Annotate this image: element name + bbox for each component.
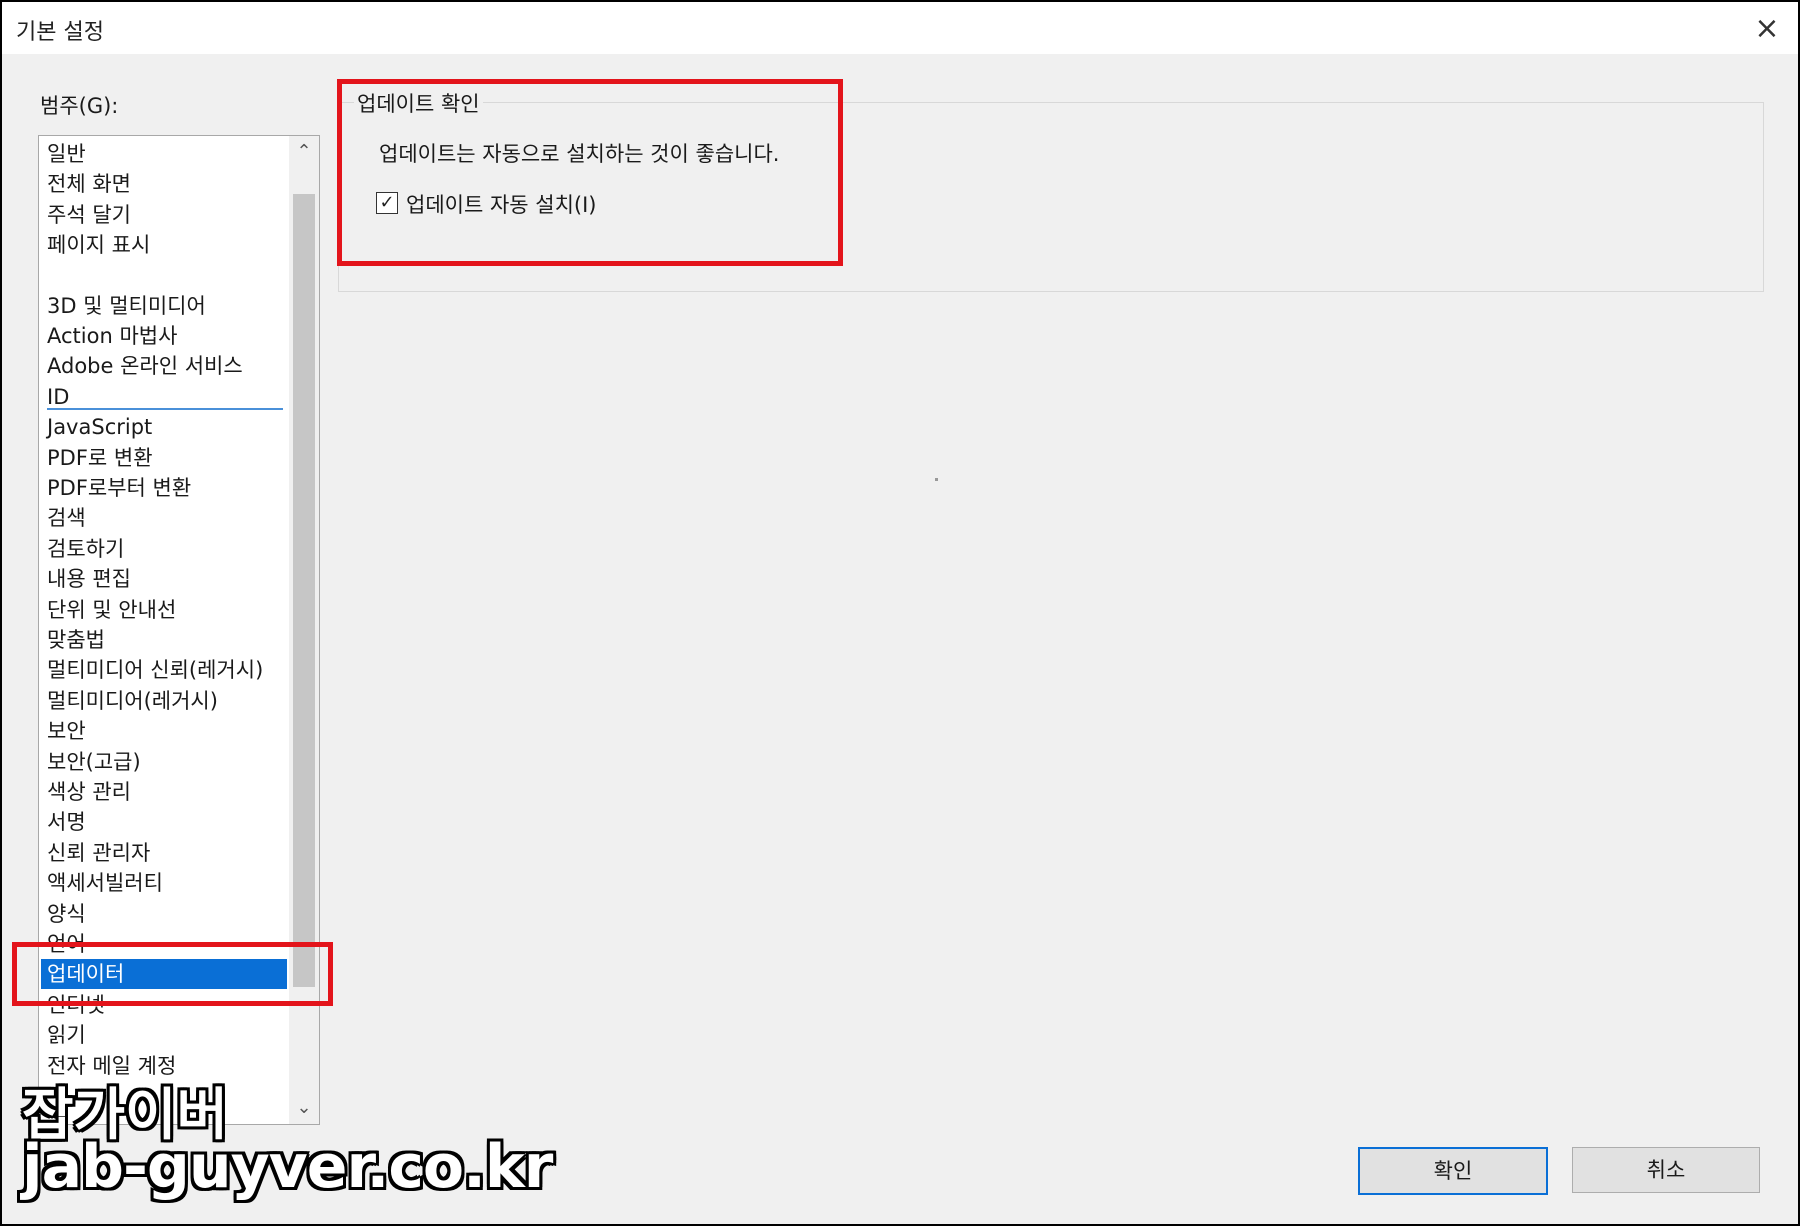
watermark-url: jab-guyver.co.kr: [22, 1132, 553, 1202]
category-item[interactable]: 색상 관리: [41, 777, 287, 807]
scroll-thumb[interactable]: [293, 194, 315, 987]
category-item[interactable]: Adobe 온라인 서비스: [41, 351, 287, 381]
cancel-button[interactable]: 취소: [1572, 1147, 1760, 1193]
ok-button[interactable]: 확인: [1358, 1147, 1548, 1195]
category-item[interactable]: PDF로 변환: [41, 443, 287, 473]
category-item[interactable]: 주석 달기: [41, 200, 287, 230]
category-item[interactable]: 내용 편집: [41, 564, 287, 594]
category-item[interactable]: 읽기: [41, 1020, 287, 1050]
list-separator: [47, 408, 283, 410]
category-item[interactable]: 페이지 표시: [41, 230, 287, 260]
category-item[interactable]: 일반: [41, 139, 287, 169]
category-label: 범주(G):: [40, 94, 119, 118]
category-item[interactable]: Action 마법사: [41, 321, 287, 351]
category-item[interactable]: 전체 화면: [41, 169, 287, 199]
title-bar: 기본 설정 ×: [2, 2, 1798, 54]
scroll-down-icon[interactable]: ⌄: [289, 1092, 319, 1124]
category-item[interactable]: 보안: [41, 716, 287, 746]
category-item[interactable]: 단위 및 안내선: [41, 595, 287, 625]
highlight-box-update-group: [337, 79, 843, 266]
category-item[interactable]: 멀티미디어 신뢰(레거시): [41, 655, 287, 685]
category-item[interactable]: 3D 및 멀티미디어: [41, 291, 287, 321]
category-item[interactable]: JavaScript: [41, 412, 287, 442]
category-item[interactable]: 서명: [41, 807, 287, 837]
category-item[interactable]: 액세서빌러티: [41, 868, 287, 898]
category-item[interactable]: 신뢰 관리자: [41, 838, 287, 868]
category-item[interactable]: 멀티미디어(레거시): [41, 686, 287, 716]
category-item[interactable]: 양식: [41, 899, 287, 929]
window-title: 기본 설정: [16, 20, 104, 45]
category-item[interactable]: 맞춤법: [41, 625, 287, 655]
category-item[interactable]: 검색: [41, 503, 287, 533]
stray-dot: [935, 478, 938, 481]
scroll-up-icon[interactable]: ⌃: [289, 136, 319, 168]
highlight-box-updater-item: [12, 942, 333, 1006]
category-item[interactable]: 검토하기: [41, 534, 287, 564]
category-item[interactable]: 보안(고급): [41, 747, 287, 777]
close-icon[interactable]: ×: [1748, 10, 1786, 48]
preferences-dialog: 기본 설정 × 범주(G): 일반 전체 화면 주석 달기 페이지 표시 3D 및 멀티…: [0, 0, 1800, 1226]
category-item[interactable]: PDF로부터 변환: [41, 473, 287, 503]
